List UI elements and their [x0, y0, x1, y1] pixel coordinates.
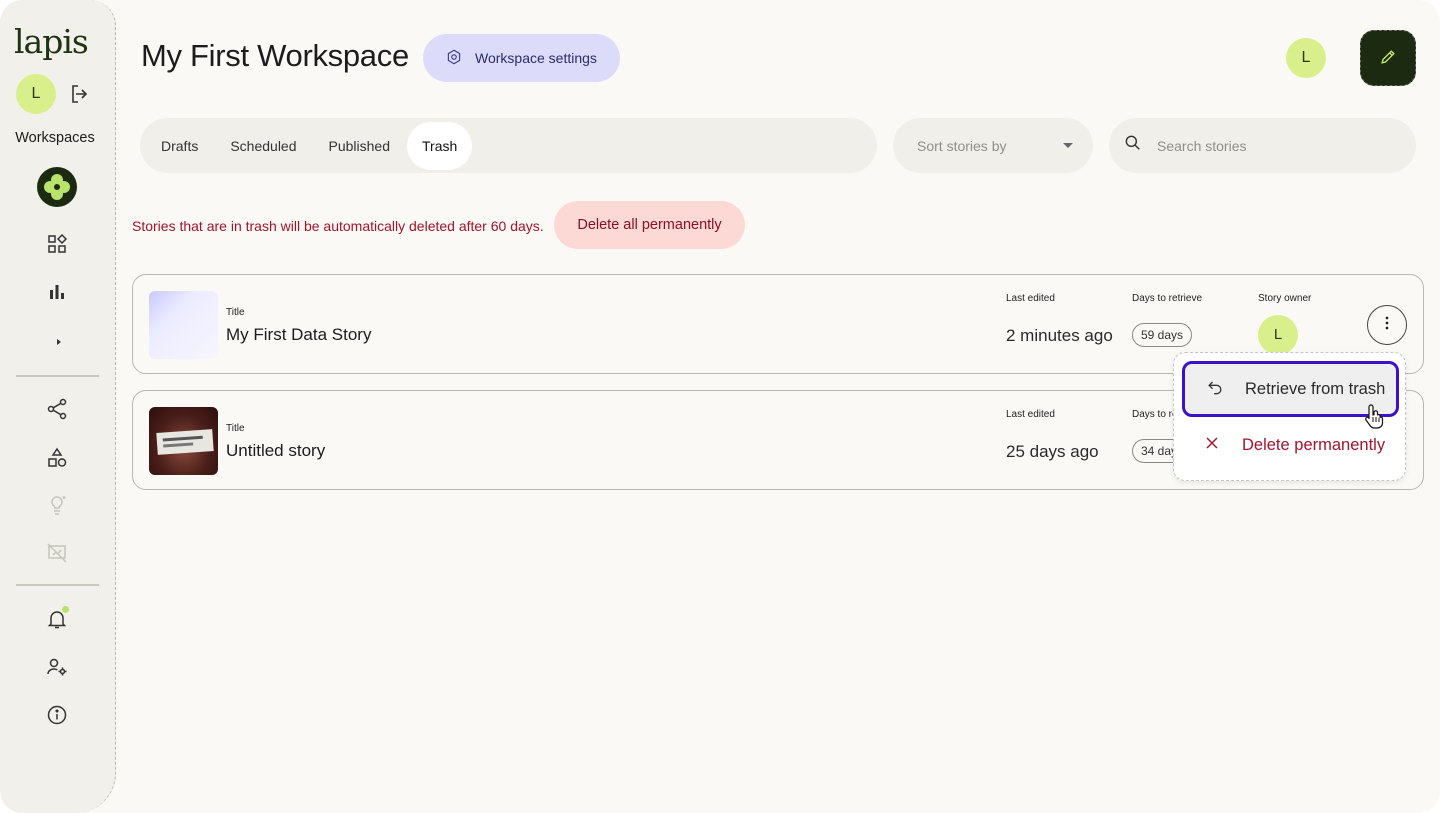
dashboard-icon[interactable]	[45, 232, 69, 256]
workspace-logo-icon[interactable]	[37, 167, 77, 207]
last-edited-label: Last edited	[1006, 409, 1055, 420]
info-icon[interactable]	[45, 703, 69, 727]
tab-drafts[interactable]: Drafts	[146, 122, 213, 170]
delete-label: Delete permanently	[1242, 435, 1386, 454]
delete-all-permanently-button[interactable]: Delete all permanently	[554, 201, 745, 249]
last-edited-value: 25 days ago	[1006, 442, 1099, 461]
search-box	[1109, 118, 1416, 173]
presentation-icon	[45, 541, 69, 565]
close-icon	[1202, 433, 1222, 458]
retrieve-label: Retrieve from trash	[1245, 379, 1386, 398]
lightbulb-icon	[45, 493, 69, 517]
story-owner-label: Story owner	[1258, 293, 1312, 304]
search-input[interactable]	[1157, 137, 1377, 154]
sort-placeholder: Sort stories by	[917, 137, 1007, 154]
sort-dropdown[interactable]: Sort stories by	[893, 118, 1093, 173]
logout-icon[interactable]	[68, 82, 92, 106]
days-to-retrieve-label: Days to re	[1132, 409, 1178, 420]
last-edited-value: 2 minutes ago	[1006, 326, 1113, 345]
owner-avatar: L	[1258, 315, 1298, 355]
trash-notice: Stories that are in trash will be automa…	[132, 218, 544, 234]
last-edited-label: Last edited	[1006, 293, 1055, 304]
story-status-tabs: Drafts Scheduled Published Trash	[140, 118, 877, 173]
app-window: lapis L Workspaces My First Workspace Wo…	[0, 0, 1440, 813]
expand-chevron-icon[interactable]	[45, 330, 69, 354]
tab-published[interactable]: Published	[314, 122, 406, 170]
user-avatar[interactable]: L	[16, 74, 56, 114]
days-to-retrieve-badge: 59 days	[1132, 323, 1193, 347]
workspace-settings-button[interactable]: Workspace settings	[423, 34, 620, 82]
new-story-button[interactable]	[1360, 30, 1416, 86]
tab-scheduled[interactable]: Scheduled	[215, 122, 311, 170]
undo-arrow-icon	[1205, 377, 1225, 402]
analytics-icon[interactable]	[45, 280, 69, 304]
caret-down-icon	[1063, 143, 1073, 148]
lapis-logo[interactable]: lapis	[14, 24, 89, 60]
story-thumbnail	[149, 407, 218, 475]
user-settings-icon[interactable]	[45, 655, 69, 679]
hand-cursor-icon	[1364, 403, 1386, 429]
story-title: Untitled story	[226, 441, 326, 460]
notification-badge	[62, 606, 69, 613]
page-title: My First Workspace	[141, 38, 409, 73]
sidebar-divider	[16, 375, 99, 377]
story-title: My First Data Story	[226, 325, 372, 344]
more-options-button[interactable]	[1367, 305, 1407, 345]
share-icon[interactable]	[45, 397, 69, 421]
days-to-retrieve-label: Days to retrieve	[1132, 293, 1203, 304]
search-icon	[1123, 133, 1143, 158]
workspace-settings-label: Workspace settings	[475, 50, 597, 66]
gear-icon	[445, 48, 463, 69]
kebab-menu-icon	[1377, 313, 1397, 338]
header-user-avatar[interactable]: L	[1286, 38, 1326, 78]
title-label: Title	[226, 307, 245, 318]
title-label: Title	[226, 423, 245, 434]
tab-trash[interactable]: Trash	[407, 121, 473, 170]
story-thumbnail	[149, 291, 218, 359]
sidebar-divider	[16, 584, 99, 586]
sidebar: lapis L Workspaces	[0, 0, 116, 813]
pencil-icon	[1378, 47, 1398, 70]
shapes-icon[interactable]	[45, 446, 69, 470]
workspaces-label: Workspaces	[15, 130, 95, 146]
